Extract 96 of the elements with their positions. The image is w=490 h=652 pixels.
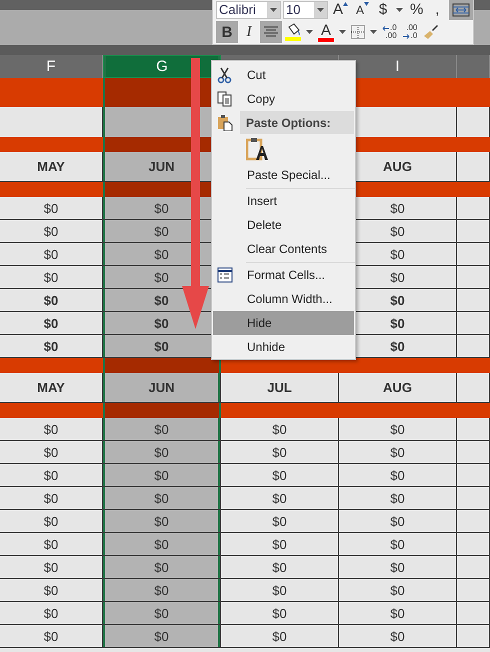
table-cell: $0 — [0, 510, 103, 533]
arrow-icon — [402, 34, 410, 38]
table-cell: $0 — [339, 602, 457, 625]
table-cell: $0 — [0, 312, 103, 335]
paste-icon — [217, 114, 233, 131]
clipboard-icon — [246, 136, 268, 160]
table-cell: $0 — [0, 441, 103, 464]
month-header: MAY — [0, 373, 103, 403]
table-cell: $0 — [0, 243, 103, 266]
table-cell: $0 — [0, 625, 103, 648]
arrow-icon — [364, 0, 370, 6]
table-cell: $0 — [221, 533, 339, 556]
month-header — [457, 152, 490, 182]
month-header: JUL — [221, 373, 339, 403]
table-cell: $0 — [221, 625, 339, 648]
table-cell: $0 — [103, 418, 221, 441]
table-cell: $0 — [103, 602, 221, 625]
font-size-field[interactable]: 10 — [283, 0, 328, 18]
table-cell: $0 — [0, 579, 103, 602]
table-cell: $0 — [103, 556, 221, 579]
table-cell: $0 — [0, 556, 103, 579]
band-cell — [457, 78, 490, 107]
table-cell: $0 — [221, 602, 339, 625]
band-cell — [457, 403, 490, 418]
caret-icon — [339, 30, 346, 34]
fill-color-icon — [285, 23, 301, 41]
table-cell: $0 — [339, 625, 457, 648]
table-cell: $0 — [103, 625, 221, 648]
increase-decimal-button[interactable]: .0 .00 — [379, 21, 400, 43]
brush-icon — [423, 24, 440, 40]
table-cell: $0 — [0, 487, 103, 510]
table-cell: $0 — [221, 510, 339, 533]
table-cell: $0 — [0, 418, 103, 441]
table-cell: $0 — [103, 464, 221, 487]
format-button[interactable]: % — [407, 0, 426, 18]
table-cell: $0 — [221, 441, 339, 464]
table-cell: $0 — [0, 335, 103, 358]
borders-icon — [351, 25, 365, 39]
italic-button[interactable]: I — [238, 21, 260, 43]
table-cell: $0 — [0, 220, 103, 243]
table-cell: $0 — [221, 464, 339, 487]
align-center-icon — [264, 26, 278, 38]
caret-icon — [306, 30, 313, 34]
arrow-icon — [382, 26, 389, 30]
table-cell: $0 — [0, 533, 103, 556]
table-cell: $0 — [103, 487, 221, 510]
font-name-field[interactable]: Calibri — [216, 0, 281, 18]
table-cell: $0 — [103, 441, 221, 464]
table-cell: $0 — [339, 510, 457, 533]
form-icon — [217, 267, 233, 284]
wrap-text-icon — [452, 2, 470, 16]
scissors-icon — [217, 67, 233, 84]
menu-item[interactable]: Copy — [213, 87, 354, 111]
table-cell: $0 — [221, 487, 339, 510]
month-header — [457, 373, 490, 403]
table-cell: $0 — [339, 464, 457, 487]
month-header: AUG — [339, 373, 457, 403]
format-button[interactable]: $ — [374, 0, 392, 18]
band-cell — [457, 182, 490, 197]
table-cell: $0 — [221, 556, 339, 579]
month-header: JUN — [103, 373, 221, 403]
bold-button[interactable]: B — [216, 21, 238, 43]
align-center-button[interactable] — [260, 21, 282, 43]
table-cell: $0 — [339, 487, 457, 510]
table-cell: $0 — [221, 418, 339, 441]
table-cell: $0 — [103, 510, 221, 533]
table-cell: $0 — [103, 533, 221, 556]
fill-color-button[interactable] — [282, 21, 304, 43]
table-cell: $0 — [0, 602, 103, 625]
table-cell: $0 — [0, 289, 103, 312]
arrow-icon — [343, 0, 348, 6]
table-cell: $0 — [103, 579, 221, 602]
format-button[interactable]: , — [428, 0, 446, 18]
band-cell — [457, 137, 490, 152]
month-header: MAY — [0, 152, 103, 182]
table-cell: $0 — [339, 533, 457, 556]
paste-button[interactable] — [246, 136, 268, 160]
band-cell — [457, 358, 490, 373]
decrease-decimal-button[interactable]: .00 .0 — [400, 21, 420, 43]
grow-font-button[interactable]: A — [330, 0, 352, 18]
table-cell: $0 — [339, 579, 457, 602]
table-cell: $0 — [0, 266, 103, 289]
font-color-button[interactable]: A — [315, 21, 337, 43]
table-cell: $0 — [221, 579, 339, 602]
table-cell: $0 — [0, 197, 103, 220]
column-header[interactable]: F — [0, 55, 103, 78]
copy-icon — [217, 91, 233, 108]
menu-item[interactable]: Hide — [213, 311, 354, 335]
shrink-font-button[interactable]: A — [353, 0, 372, 18]
table-cell: $0 — [339, 556, 457, 579]
menu-section-header: Paste Options: — [240, 111, 354, 134]
table-cell: $0 — [339, 418, 457, 441]
caret-icon — [370, 30, 377, 34]
table-cell: $0 — [0, 464, 103, 487]
table-cell: $0 — [339, 441, 457, 464]
wrap-text-button[interactable] — [449, 0, 473, 20]
